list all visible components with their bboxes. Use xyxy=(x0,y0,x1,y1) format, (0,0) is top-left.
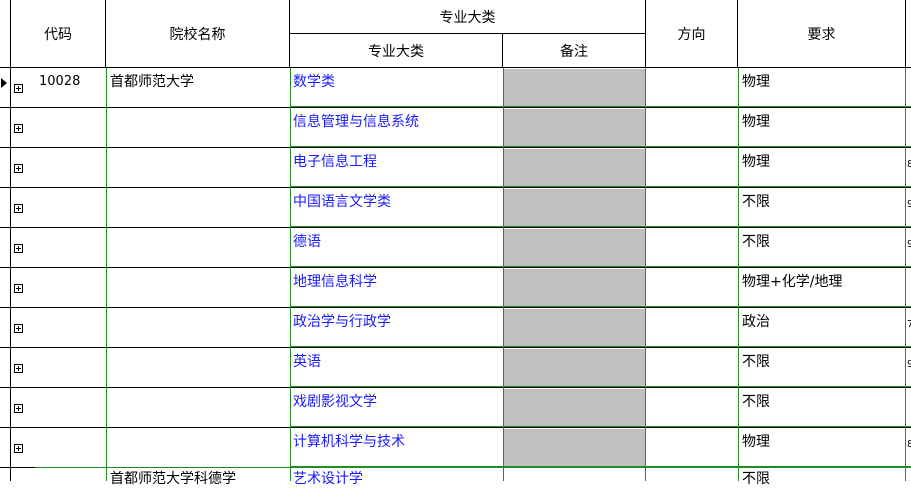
header-school-name[interactable]: 院校名称 xyxy=(106,0,290,68)
expand-plus-icon[interactable] xyxy=(14,444,23,453)
expand-plus-icon[interactable] xyxy=(14,364,23,373)
requirement-cell[interactable]: 物理 xyxy=(742,153,902,171)
school-name[interactable]: 首都师范大学 xyxy=(110,73,194,91)
row-separator xyxy=(0,187,911,188)
header-extra xyxy=(906,0,911,68)
remark-cell[interactable] xyxy=(504,109,645,146)
extra-cell[interactable]: 9 xyxy=(907,236,911,254)
row-separator xyxy=(0,267,911,268)
cell-border xyxy=(290,266,911,267)
cell-border xyxy=(290,426,911,427)
major-cell[interactable]: 英语 xyxy=(293,353,498,371)
requirement-cell[interactable]: 物理 xyxy=(742,113,902,131)
current-row-arrow-icon xyxy=(1,78,7,88)
extra-cell[interactable]: 8 xyxy=(907,436,911,454)
major-cell[interactable]: 计算机科学与技术 xyxy=(293,433,498,451)
remark-cell[interactable] xyxy=(504,69,645,106)
header-remark[interactable]: 备注 xyxy=(503,34,646,68)
requirement-cell[interactable]: 政治 xyxy=(742,313,902,331)
extra-cell[interactable]: 9 xyxy=(907,196,911,214)
header-requirement[interactable]: 要求 xyxy=(738,0,906,68)
major-cell[interactable]: 中国语言文学类 xyxy=(293,193,498,211)
column-border xyxy=(290,68,291,481)
school-code[interactable]: 10028 xyxy=(39,73,80,91)
remark-cell[interactable] xyxy=(504,269,645,306)
column-border xyxy=(738,68,739,481)
requirement-cell[interactable]: 物理 xyxy=(742,73,902,91)
major-cell[interactable]: 政治学与行政学 xyxy=(293,313,498,331)
extra-cell[interactable]: 9 xyxy=(907,356,911,374)
cell-border xyxy=(290,346,911,347)
header-code[interactable]: 代码 xyxy=(11,0,106,68)
major-cell[interactable]: 戏剧影视文学 xyxy=(293,393,498,411)
major-cell[interactable]: 信息管理与信息系统 xyxy=(293,113,498,131)
next-row-requirement[interactable]: 不限 xyxy=(742,470,770,488)
extra-cell[interactable]: 8 xyxy=(907,156,911,174)
expand-plus-icon[interactable] xyxy=(14,204,23,213)
requirement-cell[interactable]: 物理+化学/地理 xyxy=(742,273,902,291)
expand-plus-icon[interactable] xyxy=(14,284,23,293)
column-border xyxy=(503,68,504,481)
row-separator xyxy=(0,347,911,348)
cell-border xyxy=(35,467,911,468)
header-major-sub[interactable]: 专业大类 xyxy=(290,34,503,68)
requirement-cell[interactable]: 不限 xyxy=(742,393,902,411)
cell-border xyxy=(290,146,911,147)
next-row-school-name[interactable]: 首都师范大学科德学 xyxy=(110,470,236,488)
remark-cell[interactable] xyxy=(504,389,645,426)
row-separator xyxy=(0,387,911,388)
header-requirement-label: 要求 xyxy=(807,26,836,43)
header-major-group-label: 专业大类 xyxy=(439,9,496,26)
column-border xyxy=(106,68,107,481)
expand-plus-icon[interactable] xyxy=(14,324,23,333)
major-cell[interactable]: 地理信息科学 xyxy=(293,273,498,291)
header-code-label: 代码 xyxy=(44,26,72,43)
expand-plus-icon[interactable] xyxy=(14,164,23,173)
header-indicator xyxy=(0,0,11,68)
major-cell[interactable]: 德语 xyxy=(293,233,498,251)
requirement-cell[interactable]: 不限 xyxy=(742,233,902,251)
cell-border xyxy=(290,226,911,227)
row-separator xyxy=(0,227,911,228)
expand-plus-icon[interactable] xyxy=(14,244,23,253)
requirement-cell[interactable]: 物理 xyxy=(742,433,902,451)
row-separator xyxy=(0,307,911,308)
column-border xyxy=(645,68,646,481)
extra-cell[interactable]: 7 xyxy=(907,316,911,334)
row-separator xyxy=(0,147,911,148)
header-direction-label: 方向 xyxy=(677,26,706,43)
expand-plus-icon[interactable] xyxy=(14,404,23,413)
remark-cell[interactable] xyxy=(504,309,645,346)
cell-border xyxy=(290,386,911,387)
header-school-name-label: 院校名称 xyxy=(169,26,226,43)
expand-plus-icon[interactable] xyxy=(14,124,23,133)
major-cell[interactable]: 电子信息工程 xyxy=(293,153,498,171)
cell-border xyxy=(290,106,911,107)
requirement-cell[interactable]: 不限 xyxy=(742,193,902,211)
header-major-sub-label: 专业大类 xyxy=(368,43,424,60)
remark-cell[interactable] xyxy=(504,429,645,466)
remark-cell[interactable] xyxy=(504,349,645,386)
row-separator xyxy=(0,107,911,108)
header-remark-label: 备注 xyxy=(560,43,588,60)
header-major-group[interactable]: 专业大类 xyxy=(290,0,646,34)
remark-cell[interactable] xyxy=(504,149,645,186)
column-border xyxy=(905,68,906,481)
expand-plus-icon[interactable] xyxy=(14,84,23,93)
remark-cell[interactable] xyxy=(504,229,645,266)
cell-border xyxy=(290,186,911,187)
next-row-major[interactable]: 艺术设计学 xyxy=(293,470,363,488)
major-cell[interactable]: 数学类 xyxy=(293,73,498,91)
requirement-cell[interactable]: 不限 xyxy=(742,353,902,371)
cell-border xyxy=(290,306,911,307)
row-separator xyxy=(0,427,911,428)
header-direction[interactable]: 方向 xyxy=(646,0,738,68)
row-indicator-column xyxy=(0,68,11,481)
remark-cell[interactable] xyxy=(504,189,645,226)
